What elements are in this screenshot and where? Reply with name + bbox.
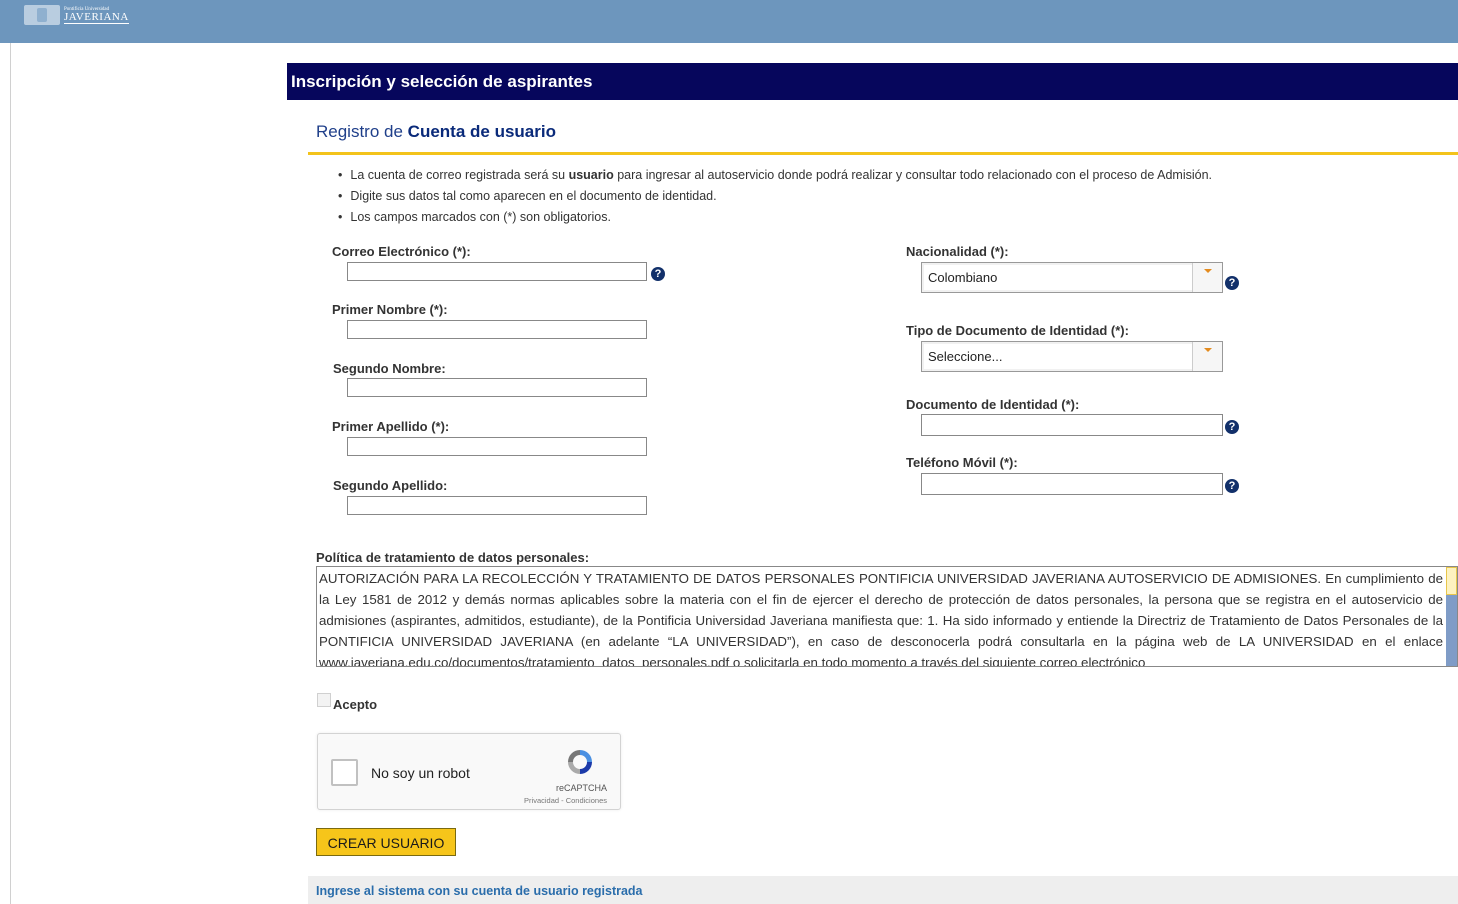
recaptcha-logo-icon: [568, 750, 592, 774]
policy-scroll-thumb[interactable]: [1446, 567, 1457, 595]
recaptcha-brand: reCAPTCHA: [555, 783, 607, 793]
doc-type-value: Seleccione...: [928, 349, 1003, 364]
policy-label: Política de tratamiento de datos persona…: [316, 550, 590, 565]
accept-checkbox[interactable]: [317, 693, 331, 707]
email-help-icon[interactable]: ?: [651, 267, 665, 281]
section-title: Registro de Cuenta de usuario: [316, 122, 556, 141]
second-name-label: Segundo Nombre:: [333, 361, 446, 376]
instruction-item: Digite sus datos tal como aparecen en el…: [338, 188, 1212, 209]
doc-type-select[interactable]: Seleccione...: [921, 341, 1223, 372]
first-name-label: Primer Nombre (*):: [332, 302, 448, 317]
page-title: Inscripción y selección de aspirantes: [291, 72, 593, 91]
policy-textarea[interactable]: AUTORIZACIÓN PARA LA RECOLECCIÓN Y TRATA…: [316, 566, 1458, 667]
crest-icon: [24, 5, 60, 25]
instructions-list: La cuenta de correo registrada será su u…: [338, 167, 1212, 230]
page-title-bar: Inscripción y selección de aspirantes: [287, 63, 1458, 100]
policy-text: AUTORIZACIÓN PARA LA RECOLECCIÓN Y TRATA…: [319, 571, 1443, 667]
mobile-label: Teléfono Móvil (*):: [906, 455, 1018, 470]
policy-scrollbar[interactable]: [1446, 567, 1457, 666]
left-divider: [10, 43, 11, 904]
instruction-item: Los campos marcados con (*) son obligato…: [338, 209, 1212, 230]
login-section: Ingrese al sistema con su cuenta de usua…: [308, 876, 1458, 904]
instruction-item: La cuenta de correo registrada será su u…: [338, 167, 1212, 188]
logo-big-text: JAVERIANA: [64, 10, 129, 24]
create-user-button[interactable]: CREAR USUARIO: [316, 828, 456, 856]
doc-number-help-icon[interactable]: ?: [1225, 420, 1239, 434]
mobile-field[interactable]: [921, 473, 1223, 495]
email-label: Correo Electrónico (*):: [332, 244, 471, 259]
first-name-field[interactable]: [347, 320, 647, 339]
nationality-label: Nacionalidad (*):: [906, 244, 1009, 259]
accept-label[interactable]: Acepto: [333, 697, 377, 712]
mobile-help-icon[interactable]: ?: [1225, 479, 1239, 493]
doc-number-label: Documento de Identidad (*):: [906, 397, 1080, 412]
section-divider: [308, 152, 1458, 155]
chevron-down-icon[interactable]: [1192, 342, 1222, 371]
chevron-down-icon[interactable]: [1192, 263, 1222, 292]
top-header-bar: Pontificia Universidad JAVERIANA: [0, 0, 1458, 43]
doc-type-label: Tipo de Documento de Identidad (*):: [906, 323, 1129, 338]
recaptcha-checkbox[interactable]: [331, 759, 358, 786]
second-surname-label: Segundo Apellido:: [333, 478, 448, 493]
nationality-value: Colombiano: [928, 270, 998, 285]
recaptcha-terms-link[interactable]: Privacidad - Condiciones: [524, 796, 607, 805]
nationality-select[interactable]: Colombiano: [921, 262, 1223, 293]
nationality-help-icon[interactable]: ?: [1225, 276, 1239, 290]
login-link[interactable]: Ingrese al sistema con su cuenta de usua…: [316, 884, 643, 898]
university-logo[interactable]: Pontificia Universidad JAVERIANA: [24, 4, 129, 26]
doc-number-field[interactable]: [921, 414, 1223, 436]
second-surname-field[interactable]: [347, 496, 647, 515]
email-field[interactable]: [347, 262, 647, 281]
recaptcha-widget: No soy un robot reCAPTCHA Privacidad - C…: [317, 733, 621, 810]
second-name-field[interactable]: [347, 378, 647, 397]
recaptcha-label: No soy un robot: [371, 765, 470, 781]
first-surname-field[interactable]: [347, 437, 647, 456]
first-surname-label: Primer Apellido (*):: [332, 419, 450, 434]
